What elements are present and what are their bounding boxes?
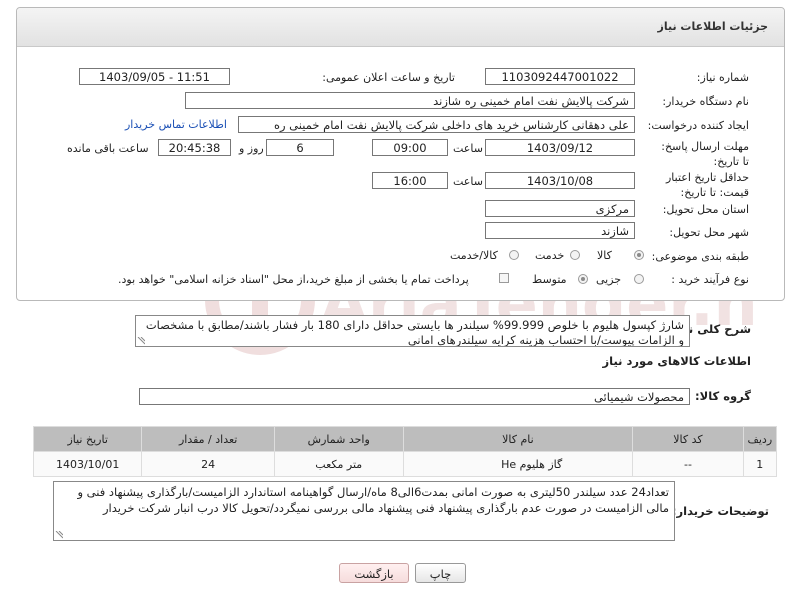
cell-name: گاز هلیوم He xyxy=(402,451,634,477)
price-validity-time-label: ساعت xyxy=(453,175,483,188)
col-date: تاریخ نیاز xyxy=(32,426,143,452)
col-unit: واحد شمارش xyxy=(273,426,404,452)
delivery-city-field[interactable]: شازند xyxy=(485,222,635,239)
treasury-payment-checkbox[interactable] xyxy=(499,273,509,283)
need-number-label: شماره نیاز: xyxy=(696,71,749,84)
cell-unit: متر مکعب xyxy=(273,451,404,477)
back-button[interactable]: بازگشت xyxy=(339,563,409,583)
remaining-time-label: ساعت باقی مانده xyxy=(67,142,149,155)
price-validity-time-field[interactable]: 16:00 xyxy=(372,172,448,189)
process-radio-medium[interactable] xyxy=(578,274,588,284)
print-button[interactable]: چاپ xyxy=(415,563,466,583)
price-validity-date-field[interactable]: 1403/10/08 xyxy=(485,172,635,189)
goods-group-label: گروه کالا: xyxy=(695,389,751,403)
category-radio-service[interactable] xyxy=(570,250,580,260)
remaining-days-field[interactable]: 6 xyxy=(266,139,334,156)
goods-table-header: ردیف کد کالا نام کالا واحد شمارش تعداد /… xyxy=(32,426,778,452)
reply-deadline-time-field[interactable]: 09:00 xyxy=(372,139,448,156)
cell-qty: 24 xyxy=(141,451,275,477)
cell-code: -- xyxy=(632,451,744,477)
buyer-org-field[interactable]: شرکت پالایش نفت امام خمینی ره شازند xyxy=(185,92,635,109)
category-radio-goods[interactable] xyxy=(634,250,644,260)
announce-datetime-label: تاریخ و ساعت اعلان عمومی: xyxy=(322,71,455,84)
delivery-city-label: شهر محل تحویل: xyxy=(669,226,749,239)
goods-table: ردیف کد کالا نام کالا واحد شمارش تعداد /… xyxy=(32,426,778,477)
delivery-province-field[interactable]: مرکزی xyxy=(485,200,635,217)
treasury-payment-note: پرداخت تمام یا بخشی از مبلغ خرید،از محل … xyxy=(118,273,469,286)
delivery-province-label: استان محل تحویل: xyxy=(662,203,749,216)
buyer-contact-link[interactable]: اطلاعات تماس خریدار xyxy=(125,118,227,131)
category-option-service: خدمت xyxy=(535,249,565,262)
col-qty: تعداد / مقدار xyxy=(141,426,275,452)
remaining-time-field[interactable]: 20:45:38 xyxy=(158,139,231,156)
need-number-field[interactable]: 1103092447001022 xyxy=(485,68,635,85)
reply-deadline-date-field[interactable]: 1403/09/12 xyxy=(485,139,635,156)
purchase-process-label: نوع فرآیند خرید : xyxy=(671,273,749,286)
goods-section-title: اطلاعات کالاهای مورد نیاز xyxy=(602,354,751,368)
goods-group-field[interactable]: محصولات شیمیائی xyxy=(139,388,690,405)
category-label: طبقه بندی موضوعی: xyxy=(651,250,749,263)
cell-row: 1 xyxy=(742,451,778,477)
process-radio-minor[interactable] xyxy=(634,274,644,284)
panel-header: جزئیات اطلاعات نیاز xyxy=(17,8,784,47)
request-creator-field[interactable]: علی دهقانی کارشناس خرید های داخلی شرکت پ… xyxy=(238,116,635,133)
remaining-days-label: روز و xyxy=(239,142,264,155)
buyer-notes-textarea[interactable]: تعداد24 عدد سیلندر 50لیتری به صورت امانی… xyxy=(53,481,675,541)
col-code: کد کالا xyxy=(632,426,744,452)
panel-title: جزئیات اطلاعات نیاز xyxy=(657,20,769,33)
resize-handle-icon[interactable] xyxy=(55,531,63,539)
category-radio-goods-service[interactable] xyxy=(509,250,519,260)
request-creator-label: ایجاد کننده درخواست: xyxy=(647,119,749,132)
process-option-minor: جزیی xyxy=(596,273,622,286)
reply-deadline-time-label: ساعت xyxy=(453,142,483,155)
category-option-goods-service: کالا/خدمت xyxy=(450,249,498,262)
cell-date: 1403/10/01 xyxy=(32,451,143,477)
announce-datetime-field[interactable]: 1403/09/05 - 11:51 xyxy=(79,68,230,85)
col-name: نام کالا xyxy=(402,426,634,452)
resize-handle-icon[interactable] xyxy=(137,337,145,345)
buyer-org-label: نام دستگاه خریدار: xyxy=(662,95,749,108)
col-row: ردیف xyxy=(742,426,778,452)
category-option-goods: کالا xyxy=(597,249,612,262)
price-validity-label: حداقل تاریخ اعتبار قیمت: تا تاریخ: xyxy=(665,171,749,199)
reply-deadline-label: مهلت ارسال پاسخ: تا تاریخ: xyxy=(661,140,749,168)
buyer-notes-label: توضیحات خریدار: xyxy=(671,504,769,518)
description-textarea[interactable]: شارژ کپسول هلیوم با خلوص 99.999% سیلندر … xyxy=(135,315,690,347)
process-option-medium: متوسط xyxy=(532,273,567,286)
table-row[interactable]: 1 -- گاز هلیوم He متر مکعب 24 1403/10/01 xyxy=(32,451,778,477)
